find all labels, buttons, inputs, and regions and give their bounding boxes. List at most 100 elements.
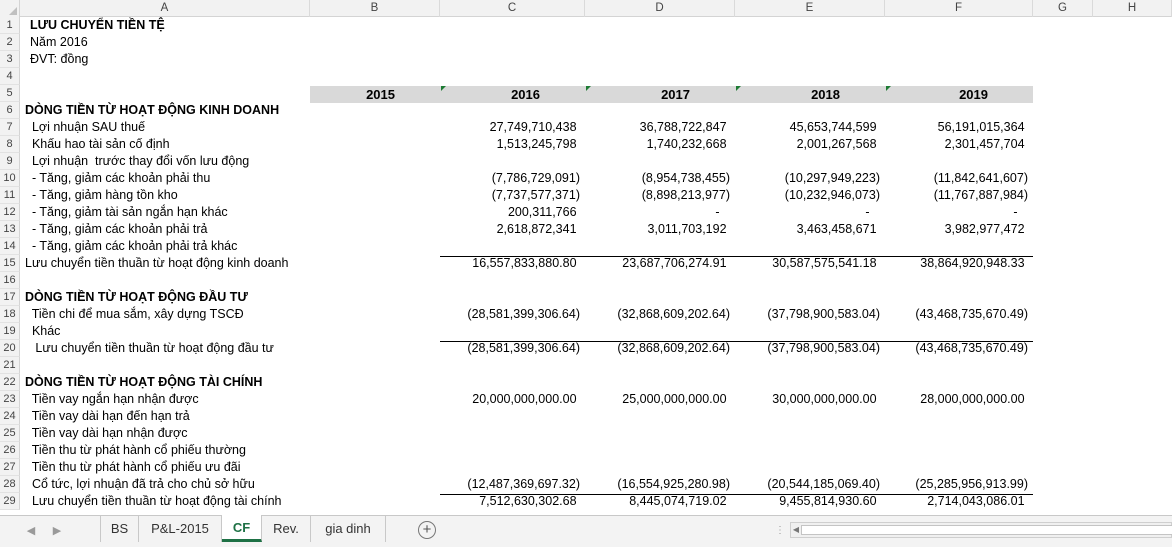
row-header-29[interactable]: 29	[0, 493, 20, 510]
column-header-h[interactable]: H	[1093, 0, 1172, 17]
value-cell-c[interactable]: (28,581,399,306.64)	[440, 306, 580, 323]
value-cell-d[interactable]: 8,445,074,719.02	[585, 493, 730, 510]
row-header-5[interactable]: 5	[0, 85, 20, 102]
value-cell-d[interactable]: (32,868,609,202.64)	[585, 306, 730, 323]
row-header-13[interactable]: 13	[0, 221, 20, 238]
row-header-25[interactable]: 25	[0, 425, 20, 442]
row-label[interactable]: Lưu chuyển tiền thuần từ hoạt động đầu t…	[25, 340, 273, 357]
value-cell-e[interactable]: (10,297,949,223)	[735, 170, 880, 187]
row-header-4[interactable]: 4	[0, 68, 20, 85]
row-header-19[interactable]: 19	[0, 323, 20, 340]
row-label[interactable]: DÒNG TIỀN TỪ HOẠT ĐỘNG KINH DOANH	[25, 102, 279, 119]
row-header-9[interactable]: 9	[0, 153, 20, 170]
value-cell-d[interactable]: (8,954,738,455)	[585, 170, 730, 187]
value-cell-d[interactable]: 23,687,706,274.91	[585, 255, 730, 272]
value-cell-d[interactable]: (8,898,213,977)	[585, 187, 730, 204]
row-header-11[interactable]: 11	[0, 187, 20, 204]
row-header-23[interactable]: 23	[0, 391, 20, 408]
spreadsheet-grid[interactable]: ABCDEFGH 2015 2016 2017 2018 2019 1 LƯU CHUYỂN…	[0, 0, 1172, 515]
value-cell-e[interactable]: (20,544,185,069.40)	[735, 476, 880, 493]
column-header-d[interactable]: D	[585, 0, 735, 17]
horizontal-scrollbar[interactable]: ◀	[790, 522, 1172, 538]
value-cell-d[interactable]: 1,740,232,668	[585, 136, 730, 153]
row-label[interactable]: Tiền vay ngắn hạn nhận được	[25, 391, 199, 408]
row-header-14[interactable]: 14	[0, 238, 20, 255]
value-cell-d[interactable]: (32,868,609,202.64)	[585, 340, 730, 357]
column-header-g[interactable]: G	[1033, 0, 1093, 17]
value-cell-c[interactable]: 20,000,000,000.00	[440, 391, 580, 408]
prev-sheet-arrow-icon[interactable]: ◀	[24, 523, 38, 539]
value-cell-e[interactable]: 45,653,744,599	[735, 119, 880, 136]
row-header-20[interactable]: 20	[0, 340, 20, 357]
tab-gia-dinh[interactable]: gia dinh	[311, 516, 386, 542]
value-cell-e[interactable]: (37,798,900,583.04)	[735, 306, 880, 323]
row-label[interactable]: Tiền vay dài hạn nhận được	[25, 425, 188, 442]
value-cell-c[interactable]: (7,786,729,091)	[440, 170, 580, 187]
year-header-2017[interactable]: 2017	[585, 86, 690, 103]
row-label[interactable]: Lưu chuyển tiền thuần từ hoạt động kinh …	[25, 255, 288, 272]
value-cell-c[interactable]: (7,737,577,371)	[440, 187, 580, 204]
row-label[interactable]: Cổ tức, lợi nhuận đã trả cho chủ sở hữu	[25, 476, 255, 493]
select-all-corner[interactable]	[0, 0, 20, 17]
value-cell-f[interactable]: (43,468,735,670.49)	[885, 306, 1028, 323]
row-label[interactable]: - Tăng, giảm tài sản ngắn hạn khác	[25, 204, 228, 221]
row-label[interactable]: DÒNG TIỀN TỪ HOẠT ĐỘNG ĐẦU TƯ	[25, 289, 248, 306]
value-cell-c[interactable]: (28,581,399,306.64)	[440, 340, 580, 357]
value-cell-d[interactable]: -	[585, 204, 730, 221]
row-label[interactable]: Lưu chuyển tiền thuần từ hoạt động tài c…	[25, 493, 282, 510]
row-label[interactable]: DÒNG TIỀN TỪ HOẠT ĐỘNG TÀI CHÍNH	[25, 374, 262, 391]
row-header-15[interactable]: 15	[0, 255, 20, 272]
row-header-22[interactable]: 22	[0, 374, 20, 391]
tab-cf[interactable]: CF	[222, 515, 262, 542]
scroll-left-icon[interactable]: ◀	[791, 523, 801, 537]
row-header-8[interactable]: 8	[0, 136, 20, 153]
tab-bs[interactable]: BS	[100, 516, 139, 542]
value-cell-e[interactable]: 9,455,814,930.60	[735, 493, 880, 510]
value-cell-e[interactable]: (37,798,900,583.04)	[735, 340, 880, 357]
row-label[interactable]: - Tăng, giảm hàng tồn kho	[25, 187, 178, 204]
year-header-2015[interactable]: 2015	[310, 86, 395, 103]
next-sheet-arrow-icon[interactable]: ▶	[50, 523, 64, 539]
year-header-2018[interactable]: 2018	[735, 86, 840, 103]
value-cell-e[interactable]: 2,001,267,568	[735, 136, 880, 153]
value-cell-f[interactable]: (25,285,956,913.99)	[885, 476, 1028, 493]
value-cell-f[interactable]: 28,000,000,000.00	[885, 391, 1028, 408]
scrollbar-thumb[interactable]	[801, 525, 1172, 535]
add-sheet-button[interactable]: +	[418, 521, 436, 539]
row-header-27[interactable]: 27	[0, 459, 20, 476]
value-cell-d[interactable]: (16,554,925,280.98)	[585, 476, 730, 493]
year-header-2019[interactable]: 2019	[885, 86, 988, 103]
row-label[interactable]: Lợi nhuận SAU thuế	[25, 119, 145, 136]
row-header-10[interactable]: 10	[0, 170, 20, 187]
value-cell-c[interactable]: 200,311,766	[440, 204, 580, 221]
value-cell-c[interactable]: (12,487,369,697.32)	[440, 476, 580, 493]
value-cell-f[interactable]: 56,191,015,364	[885, 119, 1028, 136]
column-header-f[interactable]: F	[885, 0, 1033, 17]
value-cell-d[interactable]: 36,788,722,847	[585, 119, 730, 136]
row-header-18[interactable]: 18	[0, 306, 20, 323]
value-cell-e[interactable]: (10,232,946,073)	[735, 187, 880, 204]
year-header-2016[interactable]: 2016	[440, 86, 540, 103]
tab-rev[interactable]: Rev.	[262, 516, 311, 542]
row-header-21[interactable]: 21	[0, 357, 20, 374]
row-label[interactable]: - Tăng, giảm các khoản phải trả	[25, 221, 208, 238]
value-cell-c[interactable]: 16,557,833,880.80	[440, 255, 580, 272]
value-cell-c[interactable]: 7,512,630,302.68	[440, 493, 580, 510]
row-header-16[interactable]: 16	[0, 272, 20, 289]
value-cell-d[interactable]: 3,011,703,192	[585, 221, 730, 238]
row-header-2[interactable]: 2	[0, 34, 20, 51]
row-header-3[interactable]: 3	[0, 51, 20, 68]
row-label[interactable]: - Tăng, giảm các khoản phải trả khác	[25, 238, 237, 255]
row-label[interactable]: Tiền thu từ phát hành cổ phiếu ưu đãi	[25, 459, 241, 476]
row-label[interactable]: Lợi nhuận trước thay đổi vốn lưu động	[25, 153, 249, 170]
row-header-24[interactable]: 24	[0, 408, 20, 425]
row-header-12[interactable]: 12	[0, 204, 20, 221]
value-cell-e[interactable]: 3,463,458,671	[735, 221, 880, 238]
value-cell-e[interactable]: 30,000,000,000.00	[735, 391, 880, 408]
row-label[interactable]: Tiền thu từ phát hành cổ phiếu thường	[25, 442, 246, 459]
row-header-26[interactable]: 26	[0, 442, 20, 459]
column-header-b[interactable]: B	[310, 0, 440, 17]
column-header-c[interactable]: C	[440, 0, 585, 17]
value-cell-e[interactable]: -	[735, 204, 880, 221]
unit-line[interactable]: ĐVT: đồng	[30, 51, 88, 68]
